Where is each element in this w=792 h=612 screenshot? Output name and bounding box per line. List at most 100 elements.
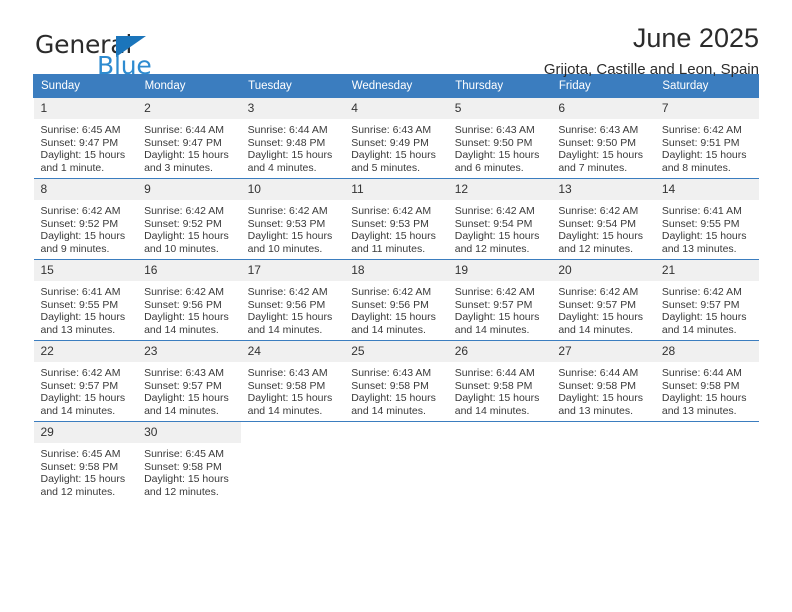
calendar-day-cell[interactable]: 12 Sunrise: 6:42 AM Sunset: 9:54 PM Dayligh…	[447, 178, 552, 260]
calendar-day-cell[interactable]: 27 Sunrise: 6:44 AM Sunset: 9:58 PM Dayligh…	[551, 340, 655, 422]
sunset-text: Sunset: 9:47 PM	[144, 136, 222, 149]
page-title: June 2025	[632, 23, 759, 53]
day-details: Sunrise: 6:44 AM Sunset: 9:47 PM Daylight:…	[137, 119, 241, 174]
sunset-text: Sunset: 9:55 PM	[661, 217, 740, 230]
day-number: 11	[344, 179, 448, 200]
sunset-text: Sunset: 9:58 PM	[454, 379, 533, 392]
day-details: Sunrise: 6:45 AM Sunset: 9:58 PM Daylight:…	[34, 443, 138, 498]
calendar-day-cell[interactable]: 25 Sunrise: 6:43 AM Sunset: 9:58 PM Dayligh…	[344, 340, 448, 422]
calendar-day-cell[interactable]: 9 Sunrise: 6:42 AM Sunset: 9:52 PM Daylight…	[137, 178, 241, 260]
day-details: Sunrise: 6:43 AM Sunset: 9:50 PM Daylight:…	[551, 119, 655, 174]
sunset-text: Sunset: 9:51 PM	[661, 136, 740, 149]
weekday-header-tuesday: Tuesday	[240, 74, 345, 98]
calendar-day-cell[interactable]: 17 Sunrise: 6:42 AM Sunset: 9:56 PM Dayligh…	[240, 259, 345, 341]
calendar-day-cell[interactable]: 21 Sunrise: 6:42 AM Sunset: 9:57 PM Dayligh…	[654, 259, 759, 341]
day-details: Sunrise: 6:44 AM Sunset: 9:48 PM Daylight:…	[241, 119, 345, 174]
sunrise-text: Sunrise: 6:44 AM	[661, 367, 742, 379]
calendar-day-cell[interactable]: 1 Sunrise: 6:45 AM Sunset: 9:47 PM Daylight…	[33, 97, 138, 179]
sunset-text: Sunset: 9:53 PM	[351, 217, 429, 230]
sunrise-text: Sunrise: 6:44 AM	[454, 367, 535, 379]
day-details: Sunrise: 6:42 AM Sunset: 9:57 PM Daylight:…	[655, 281, 759, 336]
daylight-text: Daylight: 15 hours and 13 minutes.	[661, 392, 747, 417]
day-number: 6	[551, 98, 655, 119]
daylight-text: Daylight: 15 hours and 13 minutes.	[558, 392, 643, 417]
calendar-day-cell[interactable]: 22 Sunrise: 6:42 AM Sunset: 9:57 PM Dayligh…	[33, 340, 138, 422]
sunset-text: Sunset: 9:57 PM	[454, 298, 533, 311]
sunset-text: Sunset: 9:57 PM	[558, 298, 636, 311]
sunset-text: Sunset: 9:56 PM	[247, 298, 326, 311]
calendar-day-cell[interactable]: 30 Sunrise: 6:45 AM Sunset: 9:58 PM Dayligh…	[137, 421, 241, 502]
daylight-text: Daylight: 15 hours and 10 minutes.	[247, 230, 333, 255]
calendar-day-cell[interactable]: 11 Sunrise: 6:42 AM Sunset: 9:53 PM Dayligh…	[344, 178, 448, 260]
daylight-text: Daylight: 15 hours and 14 minutes.	[40, 392, 126, 417]
calendar-day-cell[interactable]: 20 Sunrise: 6:42 AM Sunset: 9:57 PM Dayligh…	[551, 259, 655, 341]
daylight-text: Daylight: 15 hours and 3 minutes.	[144, 149, 229, 174]
calendar-day-cell[interactable]: 29 Sunrise: 6:45 AM Sunset: 9:58 PM Dayligh…	[33, 421, 138, 502]
day-number	[551, 422, 655, 443]
calendar-day-cell[interactable]: 13 Sunrise: 6:42 AM Sunset: 9:54 PM Dayligh…	[551, 178, 655, 260]
calendar-day-cell[interactable]: 8 Sunrise: 6:42 AM Sunset: 9:52 PM Daylight…	[33, 178, 138, 260]
calendar-table: Sunday Monday Tuesday Wednesday Thursday…	[33, 74, 759, 502]
day-details: Sunrise: 6:42 AM Sunset: 9:52 PM Daylight:…	[34, 200, 138, 255]
day-number: 1	[33, 98, 138, 119]
daylight-text: Daylight: 15 hours and 12 minutes.	[144, 473, 229, 498]
calendar-day-cell[interactable]: 6 Sunrise: 6:43 AM Sunset: 9:50 PM Daylight…	[551, 97, 655, 179]
calendar-week-row: 1 Sunrise: 6:45 AM Sunset: 9:47 PM Daylight…	[33, 97, 759, 179]
calendar-day-cell[interactable]: 10 Sunrise: 6:42 AM Sunset: 9:53 PM Dayligh…	[240, 178, 345, 260]
calendar-day-cell[interactable]: 28 Sunrise: 6:44 AM Sunset: 9:58 PM Dayligh…	[654, 340, 759, 422]
calendar-day-cell[interactable]: 4 Sunrise: 6:43 AM Sunset: 9:49 PM Daylight…	[344, 97, 448, 179]
calendar-day-cell[interactable]: 23 Sunrise: 6:43 AM Sunset: 9:57 PM Dayligh…	[137, 340, 241, 422]
sunset-text: Sunset: 9:58 PM	[144, 460, 222, 473]
calendar-page: General Blue June 2025 Grijota, Castille…	[0, 0, 792, 612]
day-details: Sunrise: 6:42 AM Sunset: 9:57 PM Daylight:…	[448, 281, 552, 336]
sunrise-text: Sunrise: 6:41 AM	[40, 286, 121, 298]
sunrise-text: Sunrise: 6:45 AM	[144, 448, 225, 460]
weekday-header-thursday: Thursday	[447, 74, 552, 98]
calendar-day-cell[interactable]: 18 Sunrise: 6:42 AM Sunset: 9:56 PM Dayligh…	[344, 259, 448, 341]
calendar-day-cell[interactable]: 19 Sunrise: 6:42 AM Sunset: 9:57 PM Dayligh…	[447, 259, 552, 341]
daylight-text: Daylight: 15 hours and 14 minutes.	[661, 311, 747, 336]
calendar-day-cell[interactable]: 14 Sunrise: 6:41 AM Sunset: 9:55 PM Dayligh…	[654, 178, 759, 260]
calendar-day-cell[interactable]: 24 Sunrise: 6:43 AM Sunset: 9:58 PM Dayligh…	[240, 340, 345, 422]
day-details: Sunrise: 6:45 AM Sunset: 9:58 PM Daylight:…	[137, 443, 241, 498]
calendar-day-cell[interactable]: 3 Sunrise: 6:44 AM Sunset: 9:48 PM Daylight…	[240, 97, 345, 179]
daylight-text: Daylight: 15 hours and 1 minute.	[40, 149, 126, 174]
day-number: 10	[240, 179, 345, 200]
day-number: 15	[33, 260, 138, 281]
daylight-text: Daylight: 15 hours and 11 minutes.	[351, 230, 436, 255]
logo-text-blue: Blue	[97, 51, 152, 80]
sunset-text: Sunset: 9:54 PM	[558, 217, 636, 230]
day-details: Sunrise: 6:43 AM Sunset: 9:58 PM Daylight:…	[344, 362, 448, 417]
sunrise-text: Sunrise: 6:42 AM	[247, 205, 328, 217]
weekday-header-wednesday: Wednesday	[343, 74, 449, 98]
sunrise-text: Sunrise: 6:42 AM	[40, 205, 121, 217]
sunset-text: Sunset: 9:48 PM	[247, 136, 326, 149]
daylight-text: Daylight: 15 hours and 14 minutes.	[558, 311, 643, 336]
sunrise-text: Sunrise: 6:44 AM	[144, 124, 225, 136]
calendar-day-cell[interactable]: 16 Sunrise: 6:42 AM Sunset: 9:56 PM Dayligh…	[137, 259, 241, 341]
calendar-day-cell[interactable]: 15 Sunrise: 6:41 AM Sunset: 9:55 PM Dayligh…	[33, 259, 138, 341]
calendar-day-cell[interactable]: 2 Sunrise: 6:44 AM Sunset: 9:47 PM Daylight…	[137, 97, 241, 179]
daylight-text: Daylight: 15 hours and 5 minutes.	[351, 149, 436, 174]
day-details: Sunrise: 6:42 AM Sunset: 9:56 PM Daylight:…	[241, 281, 345, 336]
daylight-text: Daylight: 15 hours and 13 minutes.	[661, 230, 747, 255]
day-details: Sunrise: 6:42 AM Sunset: 9:57 PM Daylight:…	[551, 281, 655, 336]
sunrise-text: Sunrise: 6:42 AM	[351, 286, 432, 298]
daylight-text: Daylight: 15 hours and 14 minutes.	[351, 311, 436, 336]
sunset-text: Sunset: 9:55 PM	[40, 298, 119, 311]
daylight-text: Daylight: 15 hours and 14 minutes.	[144, 392, 229, 417]
calendar-day-cell[interactable]: 5 Sunrise: 6:43 AM Sunset: 9:50 PM Daylight…	[447, 97, 552, 179]
day-number: 21	[654, 260, 759, 281]
day-number: 26	[447, 341, 552, 362]
day-number: 18	[344, 260, 448, 281]
sunset-text: Sunset: 9:52 PM	[144, 217, 222, 230]
day-number: 27	[551, 341, 655, 362]
calendar-day-cell[interactable]: 26 Sunrise: 6:44 AM Sunset: 9:58 PM Dayligh…	[447, 340, 552, 422]
sunset-text: Sunset: 9:56 PM	[144, 298, 222, 311]
sunrise-text: Sunrise: 6:44 AM	[558, 367, 639, 379]
calendar-day-cell[interactable]: 7 Sunrise: 6:42 AM Sunset: 9:51 PM Daylight…	[654, 97, 759, 179]
general-blue-logo[interactable]: General Blue	[35, 30, 235, 80]
day-number: 14	[654, 179, 759, 200]
sunset-text: Sunset: 9:58 PM	[247, 379, 326, 392]
day-details: Sunrise: 6:41 AM Sunset: 9:55 PM Daylight:…	[34, 281, 138, 336]
